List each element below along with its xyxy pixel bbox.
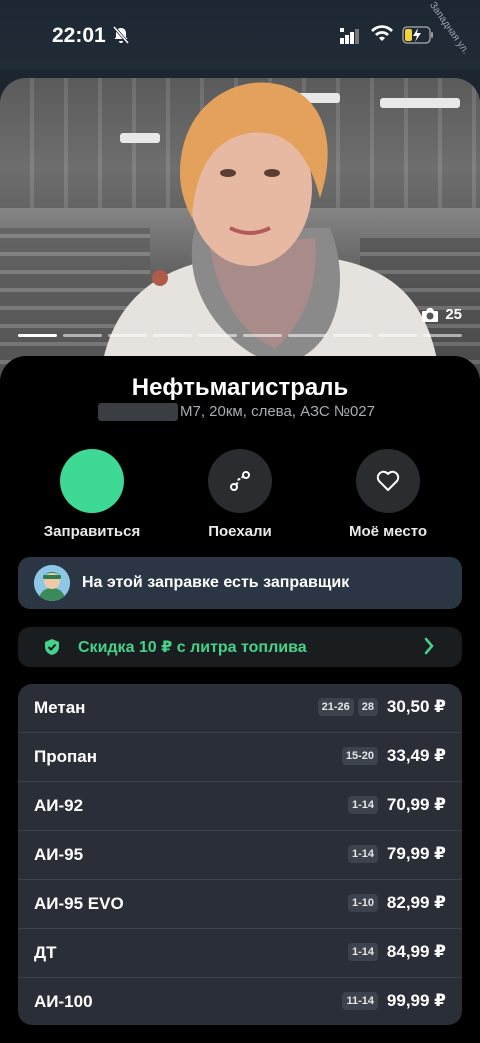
wifi-icon	[371, 25, 393, 41]
fuel-row-dt[interactable]: ДТ 1-14 84,99 ₽	[18, 929, 462, 978]
fuel-columns: 1-14	[347, 943, 378, 961]
fuel-columns: 11-14	[342, 992, 378, 1010]
refuel-label: Заправиться	[43, 523, 141, 540]
favorite-circle[interactable]	[356, 449, 420, 513]
column-badge: 21-26	[317, 698, 354, 716]
column-badge: 1-10	[347, 894, 378, 912]
attendant-banner[interactable]: На этой заправке есть заправщик	[18, 557, 462, 609]
shield-check-icon	[45, 639, 59, 655]
battery-charging-icon	[402, 26, 433, 44]
fuel-columns: 15-20	[341, 747, 378, 765]
column-badge: 1-14	[347, 943, 378, 961]
fuel-price-list: Метан 21-26 28 30,50 ₽ Пропан 15-20 33,4…	[18, 684, 462, 1025]
column-badge: 11-14	[342, 992, 378, 1010]
favorite-label: Моё место	[348, 523, 428, 540]
status-bar: 22:01 Западная ул.	[0, 0, 480, 70]
column-badge: 28	[357, 698, 378, 716]
route-circle[interactable]	[208, 449, 272, 513]
photo-count[interactable]: 25	[421, 306, 462, 323]
fuel-row-metan[interactable]: Метан 21-26 28 30,50 ₽	[18, 684, 462, 733]
fuel-price: 70,99 ₽	[386, 795, 446, 814]
fuel-price: 33,49 ₽	[386, 746, 446, 765]
fuel-name: АИ-95 EVO	[34, 894, 124, 913]
photo-pager	[18, 334, 462, 337]
attendant-text: На этой заправке есть заправщик	[82, 574, 350, 591]
route-icon	[230, 471, 250, 491]
fuel-name: АИ-92	[34, 796, 84, 815]
status-time: 22:01	[52, 24, 106, 47]
fuel-price: 30,50 ₽	[386, 697, 446, 716]
fuel-name: АИ-100	[34, 992, 93, 1011]
route-label: Поехали	[208, 523, 272, 540]
fuel-name: Метан	[34, 698, 86, 717]
fuel-row-ai100[interactable]: АИ-100 11-14 99,99 ₽	[18, 978, 462, 1025]
station-photo[interactable]: 25	[0, 78, 480, 378]
refuel-button[interactable]: Заправиться	[22, 449, 162, 540]
attendant-avatar	[34, 565, 70, 601]
discount-text: Скидка 10 ₽ с литра топлива	[78, 639, 307, 656]
fuel-columns: 1-10	[347, 894, 378, 912]
fuel-row-ai95-evo[interactable]: АИ-95 EVO 1-10 82,99 ₽	[18, 880, 462, 929]
station-address: М7, 20км, слева, АЗС №027	[180, 403, 375, 420]
discount-banner[interactable]: Скидка 10 ₽ с литра топлива	[18, 627, 462, 667]
fuel-row-ai92[interactable]: АИ-92 1-14 70,99 ₽	[18, 782, 462, 831]
signal-icon	[340, 28, 359, 44]
fuel-price: 82,99 ₽	[386, 893, 446, 912]
bell-off-icon	[113, 26, 129, 44]
chevron-right-icon	[424, 637, 434, 655]
photo-count-label: 25	[445, 306, 462, 323]
fuel-price: 99,99 ₽	[386, 991, 446, 1010]
camera-icon	[422, 307, 439, 322]
fuel-name: ДТ	[34, 943, 57, 962]
person-image	[100, 82, 440, 378]
fuel-row-propan[interactable]: Пропан 15-20 33,49 ₽	[18, 733, 462, 782]
column-badge: 15-20	[341, 747, 378, 765]
refuel-circle[interactable]	[60, 449, 124, 513]
station-title: Нефтьмагистраль	[131, 374, 349, 401]
column-badge: 1-14	[347, 845, 378, 863]
fuel-columns: 1-14	[347, 796, 378, 814]
heart-icon	[376, 470, 400, 491]
fuel-columns: 21-26 28	[317, 698, 378, 716]
favorite-button[interactable]: Моё место	[318, 449, 458, 540]
column-badge: 1-14	[347, 796, 378, 814]
fuel-columns: 1-14	[347, 845, 378, 863]
fuel-row-ai95[interactable]: АИ-95 1-14 79,99 ₽	[18, 831, 462, 880]
fuel-price: 84,99 ₽	[386, 942, 446, 961]
fuel-price: 79,99 ₽	[386, 844, 446, 863]
route-button[interactable]: Поехали	[170, 449, 310, 540]
fuel-name: АИ-95	[34, 845, 84, 864]
fuel-name: Пропан	[34, 747, 97, 766]
address-redacted	[98, 403, 178, 421]
